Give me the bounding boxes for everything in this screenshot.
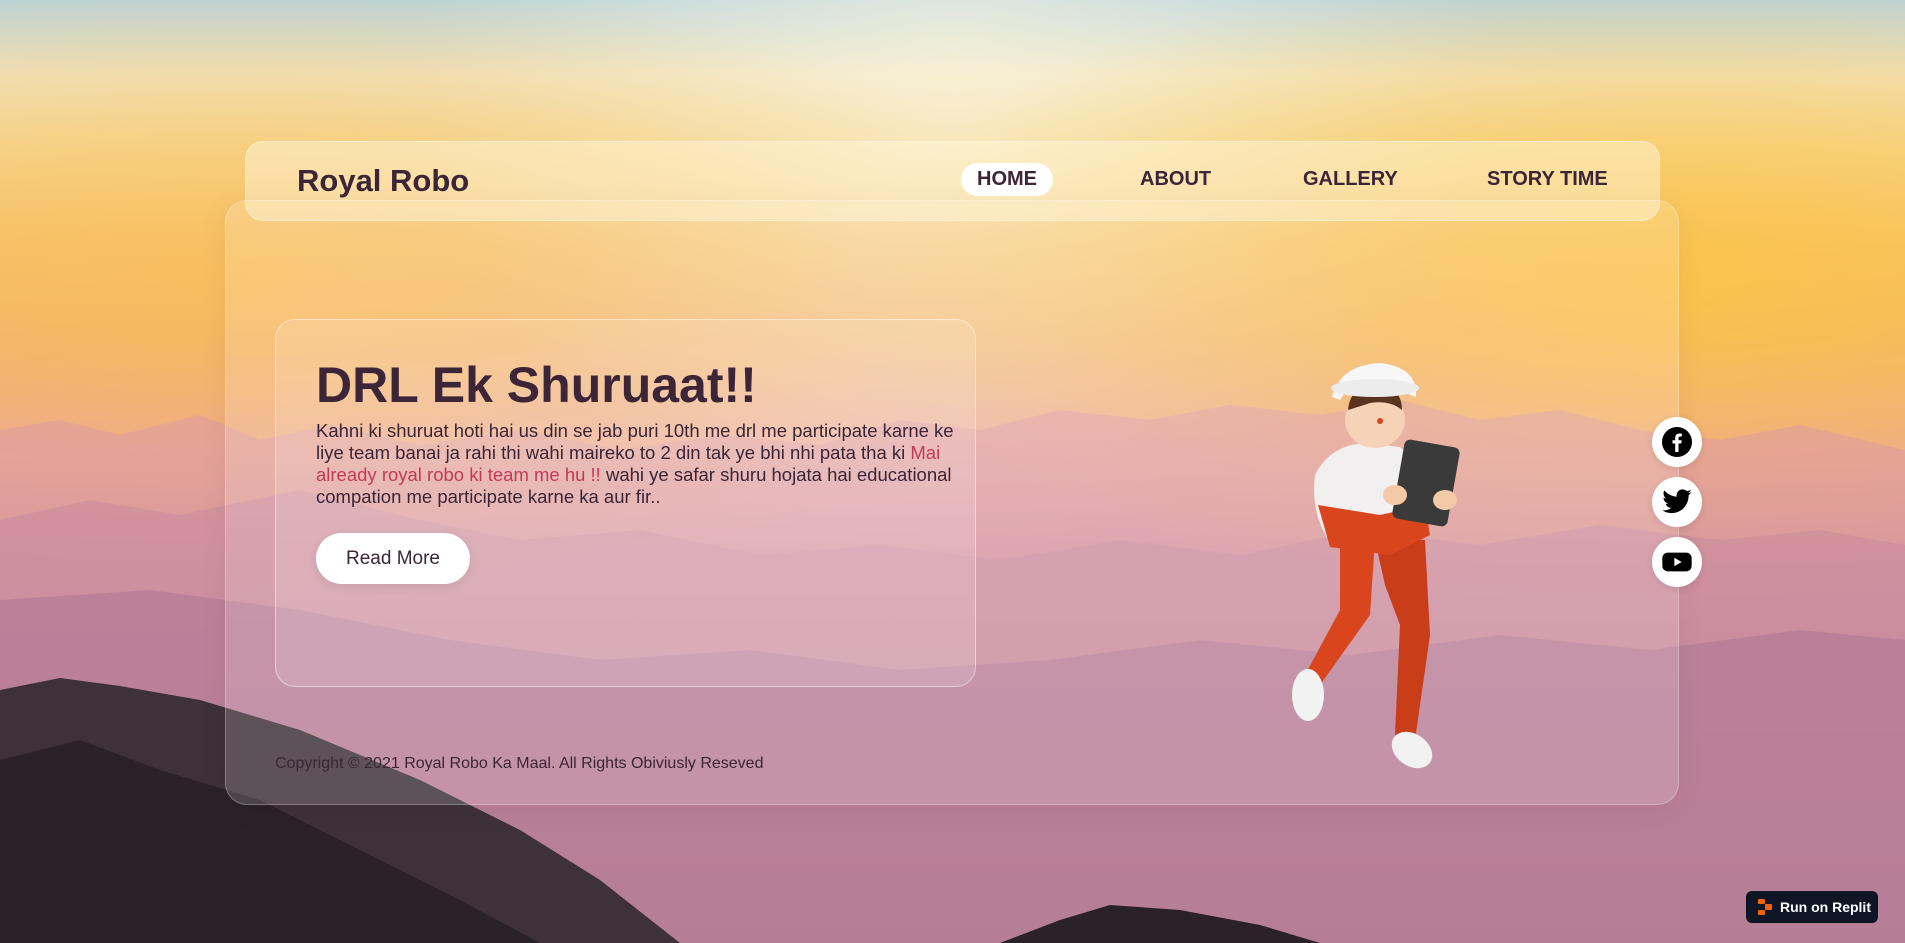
youtube-button[interactable]: [1652, 537, 1702, 587]
nav-home[interactable]: HOME: [961, 163, 1053, 196]
hero-text-intro: Kahni ki shuruat hoti hai us din se jab …: [316, 420, 954, 463]
read-more-button[interactable]: Read More: [316, 533, 470, 584]
character-illustration: [1292, 363, 1460, 769]
hero-card: DRL Ek Shuruaat!! Kahni ki shuruat hoti …: [275, 319, 976, 687]
youtube-icon: [1662, 552, 1692, 572]
replit-label: Run on Replit: [1780, 899, 1871, 915]
copyright-text: Copyright © 2021 Royal Robo Ka Maal. All…: [275, 755, 764, 772]
twitter-button[interactable]: [1652, 477, 1702, 527]
hero-title: DRL Ek Shuruaat!!: [316, 357, 757, 413]
facebook-icon: [1662, 427, 1692, 457]
nav-about[interactable]: ABOUT: [1124, 163, 1227, 196]
nav-gallery[interactable]: GALLERY: [1287, 163, 1414, 196]
nav-story-time[interactable]: STORY TIME: [1471, 163, 1624, 196]
brand-logo[interactable]: Royal Robo: [297, 163, 469, 199]
run-on-replit-button[interactable]: Run on Replit: [1746, 891, 1878, 923]
replit-icon: [1758, 899, 1772, 915]
twitter-icon: [1662, 489, 1692, 514]
hero-text: Kahni ki shuruat hoti hai us din se jab …: [316, 420, 956, 508]
facebook-button[interactable]: [1652, 417, 1702, 467]
navbar: Royal Robo HOME ABOUT GALLERY STORY TIME: [245, 141, 1660, 221]
